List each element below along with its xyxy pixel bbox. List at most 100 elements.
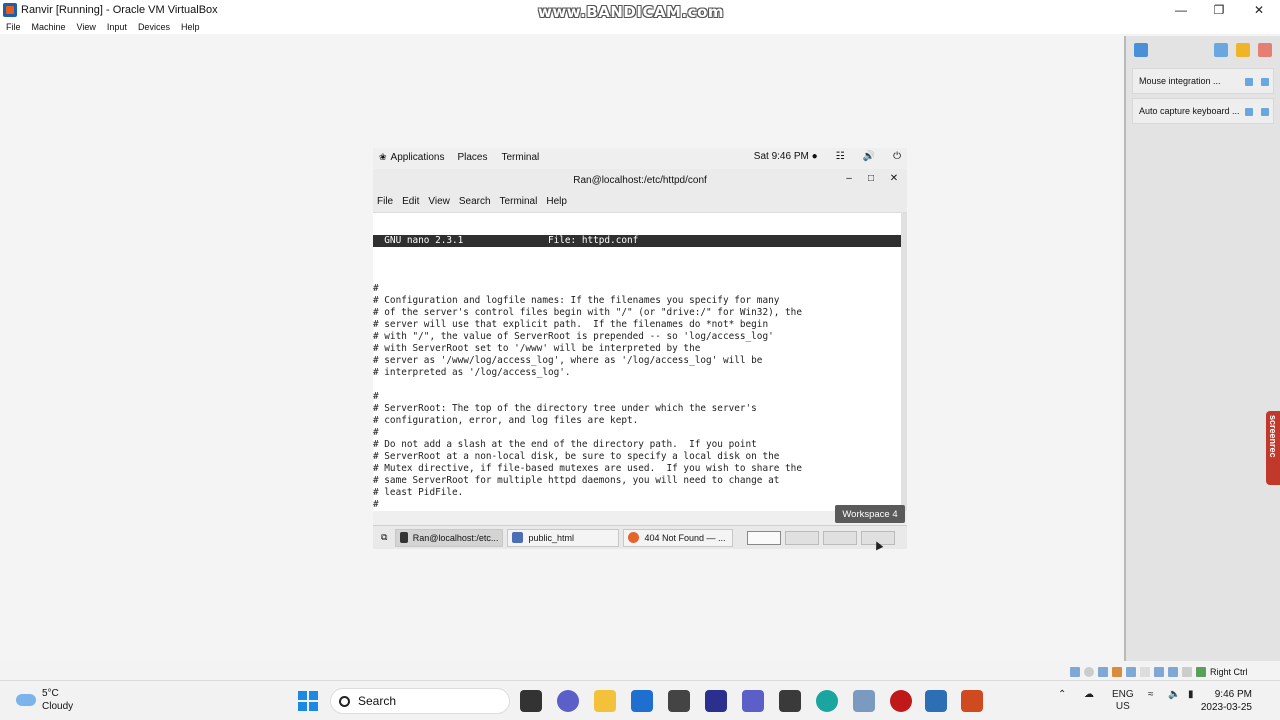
windows-taskbar: 5°C Cloudy Search ⌃ ☁ ENG US ≈ 🔈 ▮ 9:46 … <box>0 680 1280 720</box>
nvidia-icon[interactable] <box>779 690 801 712</box>
nano-text-line: # Do not add a slash at the end of the d… <box>373 439 757 450</box>
dismiss-icon[interactable] <box>1261 108 1269 116</box>
terminal-titlebar: Ran@localhost:/etc/httpd/conf – □ ✕ <box>373 169 907 191</box>
nano-text-line: # ServerRoot: The top of the directory t… <box>373 403 757 414</box>
notice-mouse-integration[interactable]: Mouse integration ... <box>1132 68 1274 94</box>
task-view-icon[interactable] <box>520 690 542 712</box>
screenrec-tab[interactable]: screenrec <box>1266 411 1280 485</box>
taskbar-terminal[interactable]: Ran@localhost:/etc... <box>395 528 504 547</box>
audio-icon[interactable] <box>1098 667 1108 677</box>
mute-icon[interactable] <box>1245 78 1253 86</box>
menu-devices[interactable]: Devices <box>138 22 170 32</box>
app-icon[interactable] <box>668 690 690 712</box>
shared-folder-icon[interactable] <box>1140 667 1150 677</box>
workspace-3[interactable] <box>823 530 858 545</box>
nano-text-line: # <box>373 499 379 510</box>
terminal-maximize-button[interactable]: □ <box>864 173 878 184</box>
workspace-tooltip: Workspace 4 <box>835 505 905 523</box>
folder-icon <box>512 532 524 543</box>
nano-text-line: # <box>373 283 379 294</box>
optical-icon[interactable] <box>1084 667 1094 677</box>
nano-text-line: # same ServerRoot for multiple httpd dae… <box>373 475 780 486</box>
system-clock[interactable]: 9:46 PM 2023-03-25 <box>1201 688 1252 714</box>
weather-widget[interactable]: 5°C Cloudy <box>16 687 73 713</box>
lang-code: ENG <box>1112 689 1134 700</box>
edge-icon[interactable] <box>816 690 838 712</box>
nano-text-line: # configuration, error, and log files ar… <box>373 415 639 426</box>
nano-text-line: # with "/", the value of ServerRoot is p… <box>373 331 774 342</box>
term-menu-file[interactable]: File <box>377 196 393 207</box>
menu-help[interactable]: Help <box>181 22 200 32</box>
volume-icon[interactable]: 🔊 <box>863 151 875 162</box>
gnome-top-bar: ❀ Applications Places Terminal Sat 9:46 … <box>373 148 907 167</box>
wifi-icon[interactable]: ≈ <box>1148 689 1154 700</box>
close-button[interactable]: ✕ <box>1240 0 1278 20</box>
nano-text-line: # <box>373 391 379 402</box>
nano-text-line: # interpreted as '/log/access_log'. <box>373 367 571 378</box>
nano-editor[interactable]: GNU nano 2.3.1 File: httpd.conf # # Confi… <box>373 213 901 511</box>
battery-icon[interactable]: ▮ <box>1188 689 1194 700</box>
editor-icon[interactable] <box>705 690 727 712</box>
usb-icon[interactable] <box>1126 667 1136 677</box>
terminal-close-button[interactable]: ✕ <box>887 173 901 184</box>
search-label: Search <box>358 694 397 708</box>
warning-icon[interactable] <box>1236 43 1250 57</box>
terminal-minimize-button[interactable]: – <box>842 173 856 184</box>
record-icon[interactable] <box>890 690 912 712</box>
power-icon[interactable]: ⏻ <box>893 151 901 162</box>
menu-machine[interactable]: Machine <box>32 22 66 32</box>
term-menu-terminal[interactable]: Terminal <box>500 196 538 207</box>
minimize-button[interactable]: — <box>1162 0 1200 20</box>
maximize-button[interactable]: ❐ <box>1200 0 1238 20</box>
nano-text-line <box>373 379 901 391</box>
speaker-icon[interactable]: 🔈 <box>1168 689 1180 700</box>
chat-icon[interactable] <box>557 690 579 712</box>
workspace-1[interactable] <box>747 530 782 545</box>
notice-auto-capture[interactable]: Auto capture keyboard ... <box>1132 98 1274 124</box>
cloud-icon <box>16 694 36 706</box>
terminal-menubar: File Edit View Search Terminal Help <box>373 191 907 213</box>
file-explorer-icon[interactable] <box>594 690 616 712</box>
network-adapter-icon[interactable] <box>1112 667 1122 677</box>
taskbar-file-manager[interactable]: public_html <box>507 528 620 547</box>
mute-icon[interactable] <box>1245 108 1253 116</box>
teams-icon[interactable] <box>742 690 764 712</box>
places-menu[interactable]: Places <box>457 152 487 163</box>
tool-icon[interactable] <box>853 690 875 712</box>
cpu-icon[interactable] <box>1182 667 1192 677</box>
bandicam-icon[interactable] <box>961 690 983 712</box>
screenrec-label: screenrec <box>1268 415 1278 458</box>
store-icon[interactable] <box>631 690 653 712</box>
hdd-icon[interactable] <box>1070 667 1080 677</box>
show-desktop-button[interactable]: ⧉ <box>377 529 391 547</box>
term-menu-edit[interactable]: Edit <box>402 196 419 207</box>
workspace-2[interactable] <box>785 530 820 545</box>
guest-taskbar: ⧉ Ran@localhost:/etc... public_html 404 … <box>373 525 907 549</box>
display-icon[interactable] <box>1154 667 1164 677</box>
clock-date: 2023-03-25 <box>1200 702 1252 713</box>
start-button[interactable] <box>298 691 318 711</box>
network-icon[interactable]: ☷ <box>836 151 845 162</box>
term-menu-help[interactable]: Help <box>546 196 567 207</box>
tray-overflow-icon[interactable]: ⌃ <box>1058 689 1066 700</box>
menu-input[interactable]: Input <box>107 22 127 32</box>
terminal-menu[interactable]: Terminal <box>501 152 539 163</box>
close-all-icon[interactable] <box>1258 43 1272 57</box>
term-menu-search[interactable]: Search <box>459 196 491 207</box>
virtualbox-taskbar-icon[interactable] <box>925 690 947 712</box>
term-menu-view[interactable]: View <box>428 196 450 207</box>
mouse-integration-icon[interactable] <box>1196 667 1206 677</box>
info-icon[interactable] <box>1134 43 1148 57</box>
menu-view[interactable]: View <box>77 22 96 32</box>
dismiss-icon[interactable] <box>1261 78 1269 86</box>
menu-file[interactable]: File <box>6 22 21 32</box>
language-indicator[interactable]: ENG US <box>1112 689 1134 713</box>
taskbar-firefox[interactable]: 404 Not Found — ... <box>623 528 734 547</box>
terminal-scrollbar[interactable] <box>901 213 907 511</box>
onedrive-icon[interactable]: ☁ <box>1084 689 1094 700</box>
taskbar-search[interactable]: Search <box>330 688 510 714</box>
applications-menu[interactable]: Applications <box>391 152 445 163</box>
capture-icon[interactable] <box>1168 667 1178 677</box>
guest-clock[interactable]: Sat 9:46 PM ● <box>754 151 818 162</box>
settings-icon[interactable] <box>1214 43 1228 57</box>
